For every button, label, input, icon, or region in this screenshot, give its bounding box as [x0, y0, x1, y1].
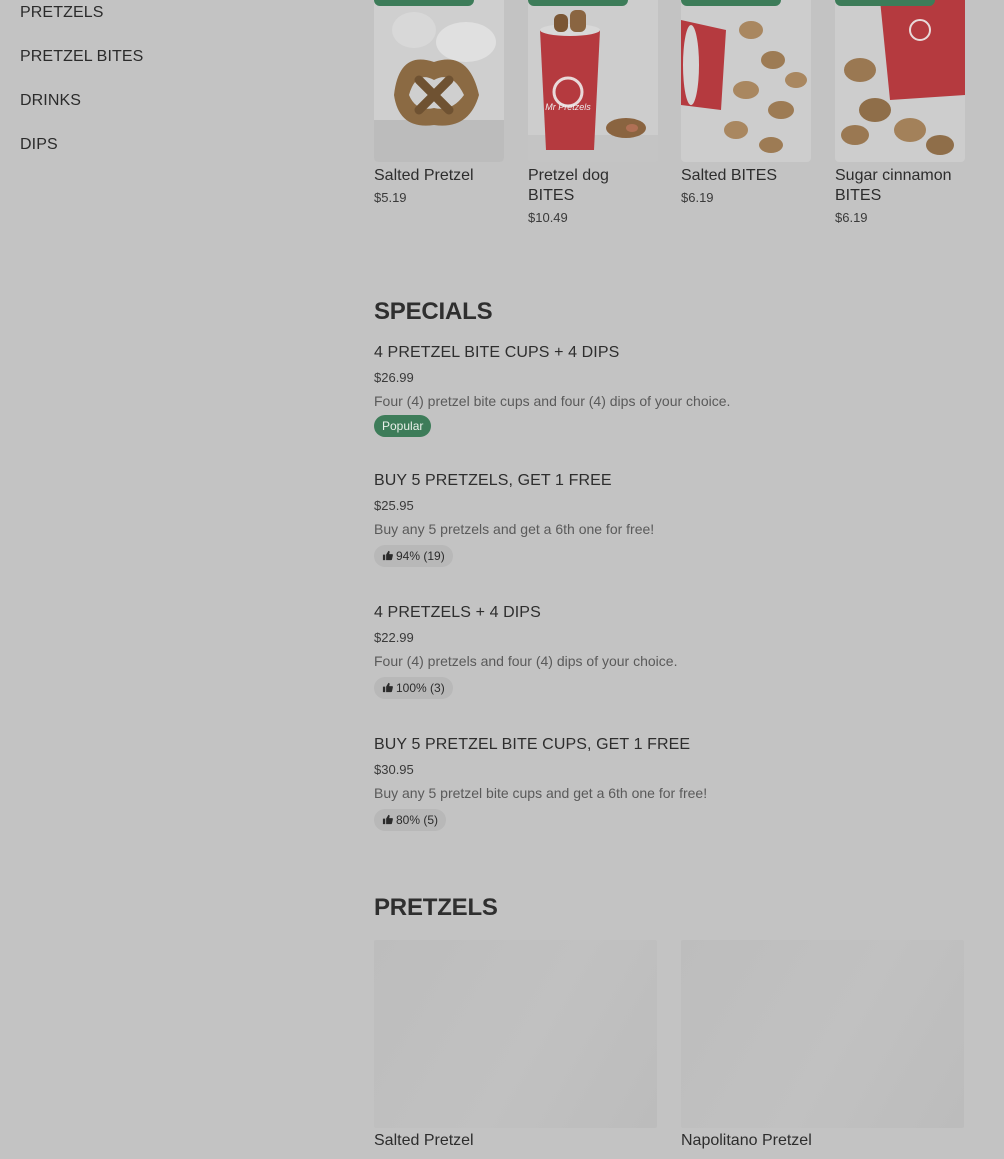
item-name: Napolitano Pretzel [681, 1132, 812, 1149]
pretzels-heading: PRETZELS [374, 894, 498, 921]
salted-bites-image [681, 0, 811, 162]
item-price: $6.19 [835, 210, 868, 225]
special-title: 4 PRETZELS + 4 DIPS [374, 604, 541, 621]
promo-tab [681, 0, 781, 6]
sidebar-item-dips[interactable]: DIPS [20, 136, 58, 154]
item-name: Salted Pretzel [374, 1132, 474, 1149]
promo-tab [374, 0, 474, 6]
sidebar-item-drinks[interactable]: DRINKS [20, 92, 81, 110]
item-name: Sugar cinnamon BITES [835, 167, 952, 204]
sidebar-item-pretzels[interactable]: PRETZELS [20, 4, 104, 22]
sugar-cinnamon-bites-image [835, 0, 965, 162]
special-description: Four (4) pretzels and four (4) dips of y… [374, 653, 678, 669]
promo-tab [835, 0, 935, 6]
rating-text: 100% (3) [396, 681, 445, 695]
salted-pretzel-image [374, 0, 504, 162]
popular-badge: Popular [374, 415, 432, 437]
special-title: BUY 5 PRETZEL BITE CUPS, GET 1 FREE [374, 736, 691, 753]
rating-text: 94% (19) [396, 549, 445, 563]
special-item[interactable]: 4 PRETZEL BITE CUPS + 4 DIPS $26.99 Four… [374, 344, 974, 437]
special-price: $26.99 [374, 370, 414, 385]
item-price: $5.19 [374, 190, 407, 205]
special-title: 4 PRETZEL BITE CUPS + 4 DIPS [374, 344, 620, 361]
special-item[interactable]: BUY 5 PRETZEL BITE CUPS, GET 1 FREE $30.… [374, 736, 974, 831]
item-image-placeholder [374, 940, 657, 1128]
carousel-card-salted-pretzel[interactable]: Salted Pretzel $5.19 [374, 0, 504, 205]
special-description: Buy any 5 pretzels and get a 6th one for… [374, 521, 655, 537]
special-description: Four (4) pretzel bite cups and four (4) … [374, 393, 731, 409]
sidebar-item-pretzel-bites[interactable]: PRETZEL BITES [20, 48, 143, 66]
carousel-card-pretzel-dog-bites[interactable]: Mr Pretzels Pretzel dog BITES $10.49 [528, 0, 658, 225]
rating-badge: 94% (19) [374, 545, 453, 567]
rating-badge: 80% (5) [374, 809, 447, 831]
pretzel-dog-bites-image: Mr Pretzels [528, 0, 658, 162]
carousel-card-sugar-cinnamon-bites[interactable]: Sugar cinnamon BITES $6.19 [835, 0, 965, 225]
menu-card-salted-pretzel[interactable]: Salted Pretzel [374, 940, 657, 1150]
special-title: BUY 5 PRETZELS, GET 1 FREE [374, 472, 612, 489]
special-description: Buy any 5 pretzel bite cups and get a 6t… [374, 785, 708, 801]
item-price: $10.49 [528, 210, 568, 225]
special-price: $30.95 [374, 762, 414, 777]
item-name: Salted Pretzel [374, 167, 474, 184]
thumbs-up-icon [382, 682, 393, 693]
special-item[interactable]: 4 PRETZELS + 4 DIPS $22.99 Four (4) pret… [374, 604, 974, 699]
specials-heading: SPECIALS [374, 298, 493, 325]
thumbs-up-icon [382, 814, 393, 825]
rating-badge: 100% (3) [374, 677, 453, 699]
menu-card-napolitano-pretzel[interactable]: Napolitano Pretzel [681, 940, 964, 1150]
carousel-card-salted-bites[interactable]: Salted BITES $6.19 [681, 0, 811, 205]
thumbs-up-icon [382, 550, 393, 561]
special-price: $25.95 [374, 498, 414, 513]
item-name: Pretzel dog BITES [528, 167, 609, 204]
promo-tab [528, 0, 628, 6]
item-name: Salted BITES [681, 167, 778, 184]
rating-text: 80% (5) [396, 813, 439, 827]
special-price: $22.99 [374, 630, 414, 645]
item-image: Mr Pretzels [528, 0, 658, 162]
cup-logo-text: Mr Pretzels [545, 102, 591, 112]
special-item[interactable]: BUY 5 PRETZELS, GET 1 FREE $25.95 Buy an… [374, 472, 974, 567]
item-image [835, 0, 965, 162]
item-image-placeholder [681, 940, 964, 1128]
item-image [374, 0, 504, 162]
item-image [681, 0, 811, 162]
item-price: $6.19 [681, 190, 714, 205]
